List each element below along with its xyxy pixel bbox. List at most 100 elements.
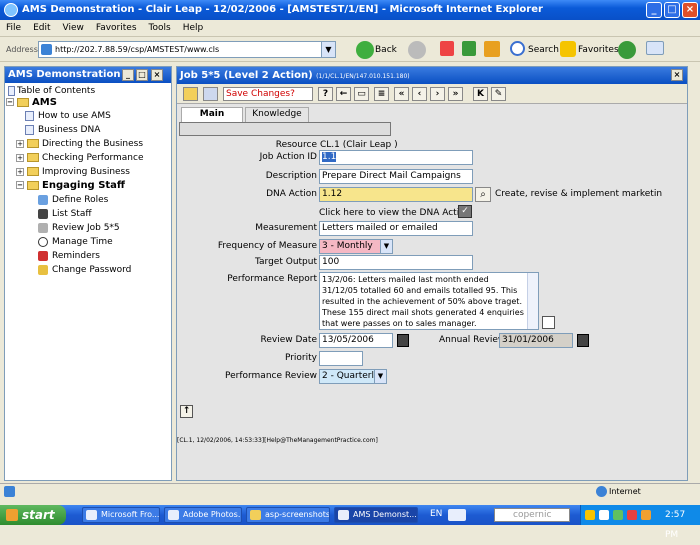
previous-record-icon[interactable]: ‹ — [412, 87, 427, 101]
annual-review-calendar-icon[interactable] — [577, 334, 589, 347]
frequency-select[interactable]: 3 - Monthly ▼ — [319, 239, 393, 254]
tree-item-improving[interactable]: + Improving Business — [16, 166, 130, 178]
copernic-search-box[interactable]: copernic — [494, 508, 570, 522]
tray-icon[interactable] — [613, 510, 623, 520]
toc-heading[interactable]: Table of Contents — [8, 85, 95, 97]
chevron-down-icon[interactable]: ▼ — [380, 240, 392, 253]
review-date-input[interactable]: 13/05/2006 — [319, 333, 393, 348]
tree-item-review-job[interactable]: Review Job 5*5 — [38, 222, 120, 234]
home-icon[interactable] — [484, 41, 500, 57]
next-record-icon[interactable]: › — [430, 87, 445, 101]
favorites-button[interactable]: Favorites — [578, 41, 619, 59]
knowledge-icon[interactable]: K — [473, 87, 488, 101]
tab-main[interactable]: Main — [181, 107, 243, 122]
tray-icon[interactable] — [599, 510, 609, 520]
tray-icon[interactable] — [641, 510, 651, 520]
tree-item-list-staff[interactable]: List Staff — [38, 208, 92, 220]
pane-close-button[interactable]: × — [151, 69, 163, 81]
last-record-icon[interactable]: » — [448, 87, 463, 101]
print-icon[interactable]: ▭ — [354, 87, 369, 101]
save-icon[interactable] — [203, 87, 218, 101]
edit-icon[interactable]: ✎ — [491, 87, 506, 101]
performance-review-label: Performance Review — [224, 371, 317, 381]
main-path: (1/1/CL.1/EN/147.010.151.180) — [316, 73, 410, 80]
tree-item-reminders[interactable]: Reminders — [38, 250, 100, 262]
record-banner — [179, 122, 391, 136]
tab-knowledge[interactable]: Knowledge — [245, 107, 309, 122]
pane-restore-button[interactable]: □ — [136, 69, 148, 81]
close-button[interactable]: × — [682, 2, 698, 18]
quicklaunch-icon[interactable] — [448, 509, 466, 521]
address-input[interactable]: http://202.7.88.59/csp/AMSTEST/www.cls ▼ — [38, 41, 336, 58]
first-record-icon[interactable]: « — [394, 87, 409, 101]
back-button[interactable]: Back — [375, 41, 397, 59]
expand-report-button[interactable] — [542, 316, 555, 329]
view-dna-check-button[interactable]: ✓ — [458, 205, 472, 218]
form-area: Main Knowledge Resource CL.1 (Clair Leap… — [177, 104, 687, 480]
collapse-icon[interactable]: − — [16, 181, 24, 189]
expand-icon[interactable]: + — [16, 167, 24, 176]
menu-help[interactable]: Help — [177, 20, 210, 33]
new-record-icon[interactable]: ← — [336, 87, 351, 101]
open-icon[interactable] — [183, 87, 198, 101]
reminder-icon — [38, 250, 48, 261]
stop-icon[interactable] — [440, 41, 454, 56]
target-output-input[interactable]: 100 — [319, 255, 473, 270]
forward-icon[interactable] — [408, 41, 426, 59]
chevron-down-icon[interactable]: ▼ — [374, 370, 386, 383]
measurement-input[interactable]: Letters mailed or emailed — [319, 221, 473, 236]
dna-lookup-search-icon[interactable]: ⌕ — [475, 187, 491, 202]
review-date-calendar-icon[interactable] — [397, 334, 409, 347]
menu-file[interactable]: File — [0, 20, 27, 33]
task-asp-screenshots[interactable]: asp-screenshots — [246, 507, 330, 523]
tree-root-ams[interactable]: − AMS — [6, 97, 57, 109]
report-icon[interactable]: ≡ — [374, 87, 389, 101]
pane-minimize-button[interactable]: _ — [122, 69, 134, 81]
tray-icon[interactable] — [585, 510, 595, 520]
minimize-button[interactable]: _ — [646, 2, 662, 18]
tree-item-checking[interactable]: + Checking Performance — [16, 152, 144, 164]
tree-item-business-dna[interactable]: Business DNA — [25, 124, 100, 136]
scroll-top-button[interactable]: ↑ — [180, 405, 193, 418]
refresh-icon[interactable] — [462, 41, 476, 56]
search-icon[interactable] — [510, 41, 525, 56]
language-indicator[interactable]: EN — [430, 509, 442, 519]
address-dropdown-icon[interactable]: ▼ — [321, 42, 335, 57]
priority-input[interactable] — [319, 351, 363, 366]
help-icon[interactable]: ? — [318, 87, 333, 101]
expand-icon[interactable]: + — [16, 139, 24, 148]
tray-icon[interactable] — [627, 510, 637, 520]
annual-review-input[interactable]: 31/01/2006 — [499, 333, 573, 348]
main-close-button[interactable]: × — [671, 69, 683, 81]
task-frontpage[interactable]: Microsoft Fro... — [82, 507, 160, 523]
collapse-icon[interactable]: − — [6, 98, 14, 106]
performance-review-select[interactable]: 2 - Quarterly ▼ — [319, 369, 387, 384]
maximize-button[interactable]: □ — [664, 2, 680, 18]
description-input[interactable]: Prepare Direct Mail Campaigns — [319, 169, 473, 184]
menu-tools[interactable]: Tools — [143, 20, 177, 33]
job-action-id-input[interactable]: 1.1 — [319, 150, 473, 165]
performance-report-textarea[interactable]: 13/2/06: Letters mailed last month ended… — [319, 272, 539, 330]
start-button[interactable]: start — [0, 505, 66, 525]
task-photoshop[interactable]: Adobe Photos... — [164, 507, 242, 523]
task-ams-demonstration[interactable]: AMS Demonst... — [334, 507, 418, 523]
history-icon[interactable] — [618, 41, 636, 59]
dna-action-input[interactable]: 1.12 — [319, 187, 473, 202]
back-icon[interactable] — [356, 41, 374, 59]
menu-edit[interactable]: Edit — [27, 20, 56, 33]
favorites-icon[interactable] — [560, 41, 576, 57]
menu-favorites[interactable]: Favorites — [90, 20, 143, 33]
tree-item-manage-time[interactable]: Manage Time — [38, 236, 113, 248]
search-button[interactable]: Search — [528, 41, 559, 59]
mail-icon[interactable] — [646, 41, 664, 55]
tree-item-directing[interactable]: + Directing the Business — [16, 138, 143, 150]
save-changes-indicator[interactable]: Save Changes? — [223, 87, 313, 101]
menu-view[interactable]: View — [57, 20, 90, 33]
expand-icon[interactable]: + — [16, 153, 24, 162]
tree-item-change-password[interactable]: Change Password — [38, 264, 131, 276]
tree-item-define-roles[interactable]: Define Roles — [38, 194, 108, 206]
tree-item-how-to-use[interactable]: How to use AMS — [25, 110, 111, 122]
tree-item-engaging-staff[interactable]: − Engaging Staff — [16, 180, 125, 192]
report-scrollbar[interactable] — [527, 273, 538, 329]
main-pane: Job 5*5 (Level 2 Action) (1/1/CL.1/EN/14… — [176, 66, 688, 481]
